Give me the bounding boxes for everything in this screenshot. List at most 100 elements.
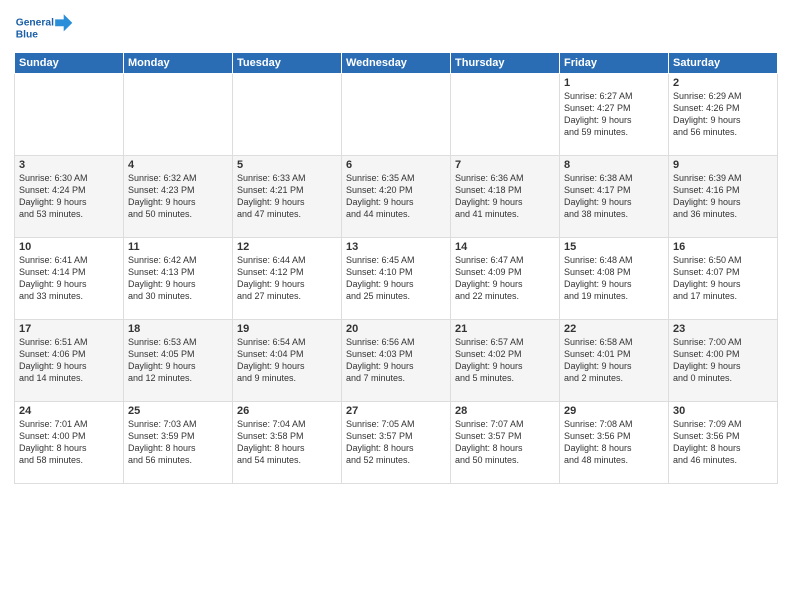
calendar-header: SundayMondayTuesdayWednesdayThursdayFrid… [15, 53, 778, 74]
day-info: Sunrise: 7:01 AMSunset: 4:00 PMDaylight:… [19, 418, 119, 467]
calendar-table: SundayMondayTuesdayWednesdayThursdayFrid… [14, 52, 778, 484]
day-cell [233, 74, 342, 156]
day-number: 9 [673, 159, 773, 171]
day-cell: 27Sunrise: 7:05 AMSunset: 3:57 PMDayligh… [342, 402, 451, 484]
day-cell: 7Sunrise: 6:36 AMSunset: 4:18 PMDaylight… [451, 156, 560, 238]
day-cell [342, 74, 451, 156]
day-info: Sunrise: 6:35 AMSunset: 4:20 PMDaylight:… [346, 172, 446, 221]
day-cell: 15Sunrise: 6:48 AMSunset: 4:08 PMDayligh… [560, 238, 669, 320]
day-cell: 4Sunrise: 6:32 AMSunset: 4:23 PMDaylight… [124, 156, 233, 238]
day-number: 20 [346, 323, 446, 335]
day-info: Sunrise: 6:56 AMSunset: 4:03 PMDaylight:… [346, 336, 446, 385]
day-info: Sunrise: 6:44 AMSunset: 4:12 PMDaylight:… [237, 254, 337, 303]
day-cell: 20Sunrise: 6:56 AMSunset: 4:03 PMDayligh… [342, 320, 451, 402]
day-info: Sunrise: 7:03 AMSunset: 3:59 PMDaylight:… [128, 418, 228, 467]
day-cell: 21Sunrise: 6:57 AMSunset: 4:02 PMDayligh… [451, 320, 560, 402]
day-info: Sunrise: 6:36 AMSunset: 4:18 PMDaylight:… [455, 172, 555, 221]
day-number: 8 [564, 159, 664, 171]
week-row-2: 3Sunrise: 6:30 AMSunset: 4:24 PMDaylight… [15, 156, 778, 238]
day-cell [124, 74, 233, 156]
day-info: Sunrise: 6:27 AMSunset: 4:27 PMDaylight:… [564, 90, 664, 139]
day-info: Sunrise: 6:54 AMSunset: 4:04 PMDaylight:… [237, 336, 337, 385]
day-number: 22 [564, 323, 664, 335]
page-header: General Blue [14, 10, 778, 46]
day-number: 19 [237, 323, 337, 335]
day-info: Sunrise: 6:42 AMSunset: 4:13 PMDaylight:… [128, 254, 228, 303]
svg-text:General: General [16, 17, 54, 28]
day-number: 12 [237, 241, 337, 253]
day-number: 17 [19, 323, 119, 335]
day-info: Sunrise: 6:51 AMSunset: 4:06 PMDaylight:… [19, 336, 119, 385]
day-info: Sunrise: 7:09 AMSunset: 3:56 PMDaylight:… [673, 418, 773, 467]
week-row-4: 17Sunrise: 6:51 AMSunset: 4:06 PMDayligh… [15, 320, 778, 402]
day-number: 3 [19, 159, 119, 171]
day-cell: 9Sunrise: 6:39 AMSunset: 4:16 PMDaylight… [669, 156, 778, 238]
day-cell: 12Sunrise: 6:44 AMSunset: 4:12 PMDayligh… [233, 238, 342, 320]
day-cell [451, 74, 560, 156]
day-info: Sunrise: 6:57 AMSunset: 4:02 PMDaylight:… [455, 336, 555, 385]
day-number: 28 [455, 405, 555, 417]
day-cell: 10Sunrise: 6:41 AMSunset: 4:14 PMDayligh… [15, 238, 124, 320]
col-header-saturday: Saturday [669, 53, 778, 74]
col-header-monday: Monday [124, 53, 233, 74]
day-info: Sunrise: 6:45 AMSunset: 4:10 PMDaylight:… [346, 254, 446, 303]
day-cell: 17Sunrise: 6:51 AMSunset: 4:06 PMDayligh… [15, 320, 124, 402]
week-row-5: 24Sunrise: 7:01 AMSunset: 4:00 PMDayligh… [15, 402, 778, 484]
day-cell: 28Sunrise: 7:07 AMSunset: 3:57 PMDayligh… [451, 402, 560, 484]
day-cell: 8Sunrise: 6:38 AMSunset: 4:17 PMDaylight… [560, 156, 669, 238]
day-cell: 24Sunrise: 7:01 AMSunset: 4:00 PMDayligh… [15, 402, 124, 484]
day-number: 24 [19, 405, 119, 417]
week-row-3: 10Sunrise: 6:41 AMSunset: 4:14 PMDayligh… [15, 238, 778, 320]
day-cell: 5Sunrise: 6:33 AMSunset: 4:21 PMDaylight… [233, 156, 342, 238]
day-number: 29 [564, 405, 664, 417]
day-info: Sunrise: 6:53 AMSunset: 4:05 PMDaylight:… [128, 336, 228, 385]
col-header-friday: Friday [560, 53, 669, 74]
day-info: Sunrise: 6:48 AMSunset: 4:08 PMDaylight:… [564, 254, 664, 303]
day-number: 15 [564, 241, 664, 253]
day-number: 25 [128, 405, 228, 417]
day-number: 1 [564, 77, 664, 89]
svg-text:Blue: Blue [16, 29, 39, 40]
day-cell: 26Sunrise: 7:04 AMSunset: 3:58 PMDayligh… [233, 402, 342, 484]
day-cell: 18Sunrise: 6:53 AMSunset: 4:05 PMDayligh… [124, 320, 233, 402]
col-header-tuesday: Tuesday [233, 53, 342, 74]
col-header-sunday: Sunday [15, 53, 124, 74]
day-cell: 2Sunrise: 6:29 AMSunset: 4:26 PMDaylight… [669, 74, 778, 156]
day-cell: 25Sunrise: 7:03 AMSunset: 3:59 PMDayligh… [124, 402, 233, 484]
calendar-body: 1Sunrise: 6:27 AMSunset: 4:27 PMDaylight… [15, 74, 778, 484]
day-cell: 13Sunrise: 6:45 AMSunset: 4:10 PMDayligh… [342, 238, 451, 320]
day-number: 18 [128, 323, 228, 335]
day-info: Sunrise: 6:47 AMSunset: 4:09 PMDaylight:… [455, 254, 555, 303]
day-number: 11 [128, 241, 228, 253]
day-number: 6 [346, 159, 446, 171]
day-number: 4 [128, 159, 228, 171]
day-number: 13 [346, 241, 446, 253]
day-number: 21 [455, 323, 555, 335]
day-number: 7 [455, 159, 555, 171]
col-header-wednesday: Wednesday [342, 53, 451, 74]
day-number: 26 [237, 405, 337, 417]
week-row-1: 1Sunrise: 6:27 AMSunset: 4:27 PMDaylight… [15, 74, 778, 156]
day-info: Sunrise: 6:41 AMSunset: 4:14 PMDaylight:… [19, 254, 119, 303]
day-info: Sunrise: 6:33 AMSunset: 4:21 PMDaylight:… [237, 172, 337, 221]
day-cell [15, 74, 124, 156]
day-cell: 29Sunrise: 7:08 AMSunset: 3:56 PMDayligh… [560, 402, 669, 484]
day-info: Sunrise: 6:38 AMSunset: 4:17 PMDaylight:… [564, 172, 664, 221]
day-info: Sunrise: 6:29 AMSunset: 4:26 PMDaylight:… [673, 90, 773, 139]
day-info: Sunrise: 6:30 AMSunset: 4:24 PMDaylight:… [19, 172, 119, 221]
day-number: 14 [455, 241, 555, 253]
day-cell: 23Sunrise: 7:00 AMSunset: 4:00 PMDayligh… [669, 320, 778, 402]
day-info: Sunrise: 7:04 AMSunset: 3:58 PMDaylight:… [237, 418, 337, 467]
day-number: 23 [673, 323, 773, 335]
day-number: 10 [19, 241, 119, 253]
day-cell: 16Sunrise: 6:50 AMSunset: 4:07 PMDayligh… [669, 238, 778, 320]
col-header-thursday: Thursday [451, 53, 560, 74]
day-number: 2 [673, 77, 773, 89]
day-cell: 14Sunrise: 6:47 AMSunset: 4:09 PMDayligh… [451, 238, 560, 320]
day-cell: 19Sunrise: 6:54 AMSunset: 4:04 PMDayligh… [233, 320, 342, 402]
day-cell: 3Sunrise: 6:30 AMSunset: 4:24 PMDaylight… [15, 156, 124, 238]
day-info: Sunrise: 7:07 AMSunset: 3:57 PMDaylight:… [455, 418, 555, 467]
day-info: Sunrise: 7:00 AMSunset: 4:00 PMDaylight:… [673, 336, 773, 385]
day-cell: 11Sunrise: 6:42 AMSunset: 4:13 PMDayligh… [124, 238, 233, 320]
day-cell: 30Sunrise: 7:09 AMSunset: 3:56 PMDayligh… [669, 402, 778, 484]
